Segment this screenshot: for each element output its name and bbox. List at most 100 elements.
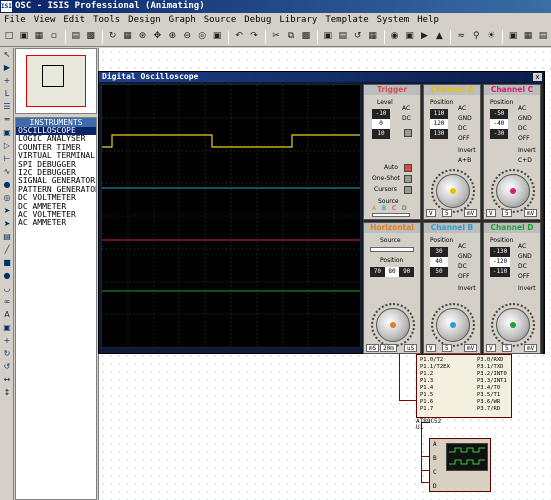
horizontal-timebase-knob[interactable] [376,308,410,342]
device-item[interactable]: SIGNAL GENERATOR [16,177,96,185]
grid-icon[interactable]: ▦ [121,29,135,44]
schematic-oscilloscope-symbol[interactable]: A B C D [429,438,491,492]
channel-a-position-readout[interactable]: 110 120 130 [430,109,448,139]
menu-system[interactable]: System [373,15,414,25]
import-icon[interactable]: ▫ [47,29,61,44]
trigger-level-readout[interactable]: -10 0 10 [372,109,390,139]
channel-d-gnd-label[interactable]: GND [518,253,532,260]
menu-template[interactable]: Template [321,15,372,25]
cut-icon[interactable]: ✂ [269,29,283,44]
menu-view[interactable]: View [30,15,60,25]
rotate-cw-icon[interactable]: ↻ [1,348,13,360]
circle-icon[interactable]: ● [1,270,13,282]
junction-icon[interactable]: + [1,75,13,87]
menu-edit[interactable]: Edit [59,15,89,25]
menu-graph[interactable]: Graph [165,15,200,25]
menu-library[interactable]: Library [275,15,321,25]
device-item[interactable]: PATTERN GENERATOR [16,186,96,194]
packaging-icon[interactable]: ▶ [417,29,431,44]
device-item[interactable]: VIRTUAL TERMINAL [16,152,96,160]
paste-icon[interactable]: ▩ [299,29,313,44]
menu-debug[interactable]: Debug [240,15,275,25]
channel-b-position-readout[interactable]: 30 40 50 [430,247,448,277]
subcircuit-icon[interactable]: ▣ [1,127,13,139]
device-item[interactable]: I2C DEBUGGER [16,169,96,177]
channel-b-dc-label[interactable]: DC [458,263,467,270]
property-tool-icon[interactable]: ☀ [484,29,498,44]
refresh-icon[interactable]: ↻ [106,29,120,44]
channel-a-dc-label[interactable]: DC [458,125,467,132]
menu-file[interactable]: File [0,15,30,25]
wire-autoroute-icon[interactable]: ≈ [454,29,468,44]
zoom-all-icon[interactable]: ◎ [195,29,209,44]
netlist-icon[interactable]: ▤ [536,29,550,44]
channel-b-invert-label[interactable]: Invert [458,285,476,292]
print-icon[interactable]: ▤ [69,29,83,44]
search-icon[interactable]: ⚲ [469,29,483,44]
trigger-cursors-button[interactable] [404,186,412,194]
terminal-icon[interactable]: ▷ [1,140,13,152]
trigger-edge-switch[interactable] [404,129,412,137]
instrument-icon[interactable]: ▤ [1,231,13,243]
device-item[interactable]: LOGIC ANALYSER [16,135,96,143]
channel-c-gnd-label[interactable]: GND [518,115,532,122]
copy-icon[interactable]: ⧉ [284,29,298,44]
horizontal-source-slider[interactable] [370,247,414,252]
marker-icon[interactable]: + [1,335,13,347]
channel-c-dc-label[interactable]: DC [518,125,527,132]
redo-icon[interactable]: ↷ [247,29,261,44]
horizontal-position-readout[interactable]: 70 80 90 [370,267,414,277]
channel-c-position-readout[interactable]: -50 -40 -30 [490,109,508,139]
arc-icon[interactable]: ◡ [1,283,13,295]
channel-c-mode-label[interactable]: C+D [518,157,532,164]
pan-icon[interactable]: ✥ [150,29,164,44]
probe-current-icon[interactable]: ➤ [1,218,13,230]
trigger-one-shot-button[interactable] [404,175,412,183]
trigger-source-slider[interactable] [372,213,410,217]
device-item[interactable]: DC VOLTMETER [16,194,96,202]
trigger-auto-button[interactable] [404,164,412,172]
pin-icon[interactable]: ⊢ [1,153,13,165]
close-icon[interactable]: x [533,73,542,81]
tape-icon[interactable]: ● [1,179,13,191]
block-rotate-icon[interactable]: ↺ [351,29,365,44]
channel-d-invert-label[interactable]: Invert [518,285,536,292]
save-icon[interactable]: ▦ [32,29,46,44]
bus-icon[interactable]: ═ [1,114,13,126]
new-file-icon[interactable]: □ [2,29,16,44]
line-icon[interactable]: ╱ [1,244,13,256]
block-copy-icon[interactable]: ▣ [321,29,335,44]
open-folder-icon[interactable]: ▣ [17,29,31,44]
channel-a-gnd-label[interactable]: GND [458,115,472,122]
channel-a-ac-label[interactable]: AC [458,105,466,112]
channel-c-ac-label[interactable]: AC [518,105,526,112]
text-icon[interactable]: A [1,309,13,321]
print-area-icon[interactable]: ▩ [84,29,98,44]
channel-a-mode-label[interactable]: A+B [458,157,471,164]
menu-design[interactable]: Design [124,15,165,25]
probe-voltage-icon[interactable]: ➤ [1,205,13,217]
zoom-out-icon[interactable]: ⊖ [180,29,194,44]
menu-tools[interactable]: Tools [89,15,124,25]
device-item[interactable]: COUNTER TIMER [16,144,96,152]
remove-sheet-icon[interactable]: ▦ [521,29,535,44]
wire-label-icon[interactable]: L [1,88,13,100]
mcu-at89c52[interactable]: P1.0/T2 P1.1/T2EX P1.2 P1.3 P1.4 P1.5 P1… [416,354,512,418]
channel-b-gnd-label[interactable]: GND [458,253,472,260]
channel-b-volts-knob[interactable] [436,308,470,342]
trigger-source-d[interactable]: D [402,205,407,212]
pick-device-icon[interactable]: ◉ [388,29,402,44]
zoom-in-icon[interactable]: ⊕ [165,29,179,44]
trigger-source-b[interactable]: B [382,205,386,212]
select-mode-icon[interactable]: ↖ [1,49,13,61]
channel-a-off-label[interactable]: OFF [458,135,470,142]
mirror-y-icon[interactable]: ↕ [1,387,13,399]
trigger-source-a[interactable]: A [372,205,376,212]
text-script-icon[interactable]: ☰ [1,101,13,113]
undo-icon[interactable]: ↶ [232,29,246,44]
device-item[interactable]: AC AMMETER [16,219,96,227]
channel-c-off-label[interactable]: OFF [518,135,530,142]
block-move-icon[interactable]: ▤ [336,29,350,44]
channel-a-volts-knob[interactable] [436,174,470,208]
symbol-icon[interactable]: ▣ [1,322,13,334]
